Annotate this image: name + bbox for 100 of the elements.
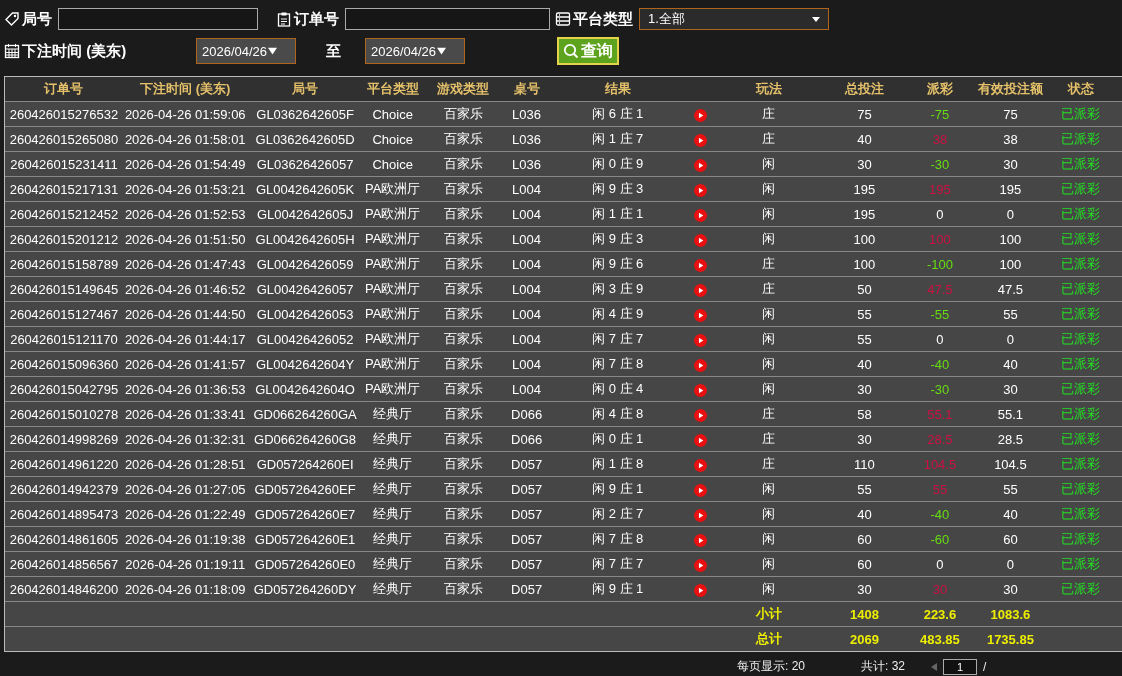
table-cell: 闲	[715, 226, 822, 252]
table-cell: 0	[907, 551, 973, 577]
platform-select[interactable]: 1.全部	[639, 8, 829, 30]
table-cell: 47.5	[907, 276, 973, 302]
table-cell: D057	[503, 451, 550, 477]
table-cell: 百家乐	[422, 276, 504, 302]
table-cell: D057	[503, 526, 550, 552]
table-cell: 104.5	[907, 451, 973, 477]
date-to-select[interactable]: 2026/04/26	[365, 38, 465, 64]
play-icon[interactable]	[694, 458, 708, 472]
table-cell: 260426014856567	[5, 551, 123, 577]
table-cell: 260426015042795	[5, 376, 123, 402]
table-cell: Choice	[362, 151, 423, 177]
column-header: 结果	[604, 81, 631, 96]
table-cell: 195	[821, 176, 908, 202]
table-cell: 百家乐	[422, 551, 504, 577]
table-cell: 已派彩	[1048, 551, 1114, 577]
play-icon[interactable]	[694, 108, 708, 122]
summary-cell: 1408	[821, 601, 908, 627]
column-header: 状态	[1067, 81, 1094, 96]
table-cell: GD057264260EF	[247, 476, 363, 502]
table-cell: 闲 0 庄 9	[549, 151, 686, 177]
table-cell: 110	[821, 451, 908, 477]
table-cell: PA欧洲厅	[362, 301, 423, 327]
play-icon[interactable]	[694, 233, 708, 247]
table-cell: 260426015217131	[5, 176, 123, 202]
table-cell: 55	[821, 326, 908, 352]
table-cell: 百家乐	[422, 426, 504, 452]
play-icon[interactable]	[694, 483, 708, 497]
table-cell: 260426014846200	[5, 576, 123, 602]
play-icon[interactable]	[694, 583, 708, 597]
table-cell: 28.5	[907, 426, 973, 452]
table-cell: 100	[972, 226, 1049, 252]
table-cell: 2026-04-26 01:28:51	[122, 451, 248, 477]
table-cell: 2026-04-26 01:51:50	[122, 226, 248, 252]
play-icon[interactable]	[694, 408, 708, 422]
table-cell: 2026-04-26 01:44:50	[122, 301, 248, 327]
table-cell: 2026-04-26 01:22:49	[122, 501, 248, 527]
table-cell: PA欧洲厅	[362, 351, 423, 377]
table-cell: 已派彩	[1048, 226, 1114, 252]
play-icon[interactable]	[694, 508, 708, 522]
play-icon[interactable]	[694, 308, 708, 322]
previous-icon[interactable]	[931, 662, 938, 671]
time-label: 下注时间 (美东)	[22, 41, 127, 61]
round-input[interactable]	[58, 8, 258, 30]
summary-cell: 223.6	[907, 601, 973, 627]
page-input[interactable]: 1	[943, 658, 978, 675]
play-icon[interactable]	[694, 158, 708, 172]
play-icon[interactable]	[694, 283, 708, 297]
order-input[interactable]	[345, 8, 550, 30]
play-icon[interactable]	[694, 383, 708, 397]
table-cell: L004	[503, 351, 550, 377]
play-icon[interactable]	[694, 183, 708, 197]
play-icon[interactable]	[694, 333, 708, 347]
table-cell: -30	[907, 376, 973, 402]
play-icon[interactable]	[694, 433, 708, 447]
table-cell: 闲	[715, 551, 822, 577]
play-icon[interactable]	[694, 533, 708, 547]
play-icon[interactable]	[694, 133, 708, 147]
table-cell: 百家乐	[422, 101, 504, 127]
table-cell: 260426015212452	[5, 201, 123, 227]
table-cell: 2026-04-26 01:36:53	[122, 376, 248, 402]
table-cell: L004	[503, 376, 550, 402]
table-cell: 闲	[715, 151, 822, 177]
table-cell: 2026-04-26 01:19:38	[122, 526, 248, 552]
table-cell: 已派彩	[1048, 301, 1114, 327]
table-cell: 闲 1 庄 7	[549, 126, 686, 152]
table-cell: 经典厅	[362, 551, 423, 577]
table-cell: 百家乐	[422, 376, 504, 402]
table-cell: 闲 2 庄 7	[549, 501, 686, 527]
table-cell: 闲	[715, 376, 822, 402]
table-cell: 经典厅	[362, 501, 423, 527]
table-cell: 75	[821, 101, 908, 127]
table-cell: 40	[821, 351, 908, 377]
play-icon[interactable]	[694, 558, 708, 572]
table-cell: PA欧洲厅	[362, 276, 423, 302]
play-icon[interactable]	[694, 358, 708, 372]
table-cell: GL0042642605K	[247, 176, 363, 202]
table-cell: GD057264260E0	[247, 551, 363, 577]
play-icon[interactable]	[694, 258, 708, 272]
table-cell: 2026-04-26 01:19:11	[122, 551, 248, 577]
table-cell: GL00426426052	[247, 326, 363, 352]
table-cell: 已派彩	[1048, 526, 1114, 552]
table-cell: 55	[972, 476, 1049, 502]
summary-label: 小计	[715, 601, 822, 627]
table-cell: 经典厅	[362, 526, 423, 552]
table-cell: 庄	[715, 451, 822, 477]
table-cell: L004	[503, 226, 550, 252]
table-cell: 0	[972, 201, 1049, 227]
date-from-select[interactable]: 2026/04/26	[196, 38, 296, 64]
table-cell: L036	[503, 101, 550, 127]
table-cell: 百家乐	[422, 401, 504, 427]
table-cell: 40	[972, 501, 1049, 527]
table-cell: 30	[821, 576, 908, 602]
column-header: 下注时间 (美东)	[140, 81, 231, 96]
play-icon[interactable]	[694, 208, 708, 222]
table-cell: 260426015201212	[5, 226, 123, 252]
table-cell: 60	[821, 526, 908, 552]
table-cell: D066	[503, 401, 550, 427]
table-cell: L004	[503, 276, 550, 302]
